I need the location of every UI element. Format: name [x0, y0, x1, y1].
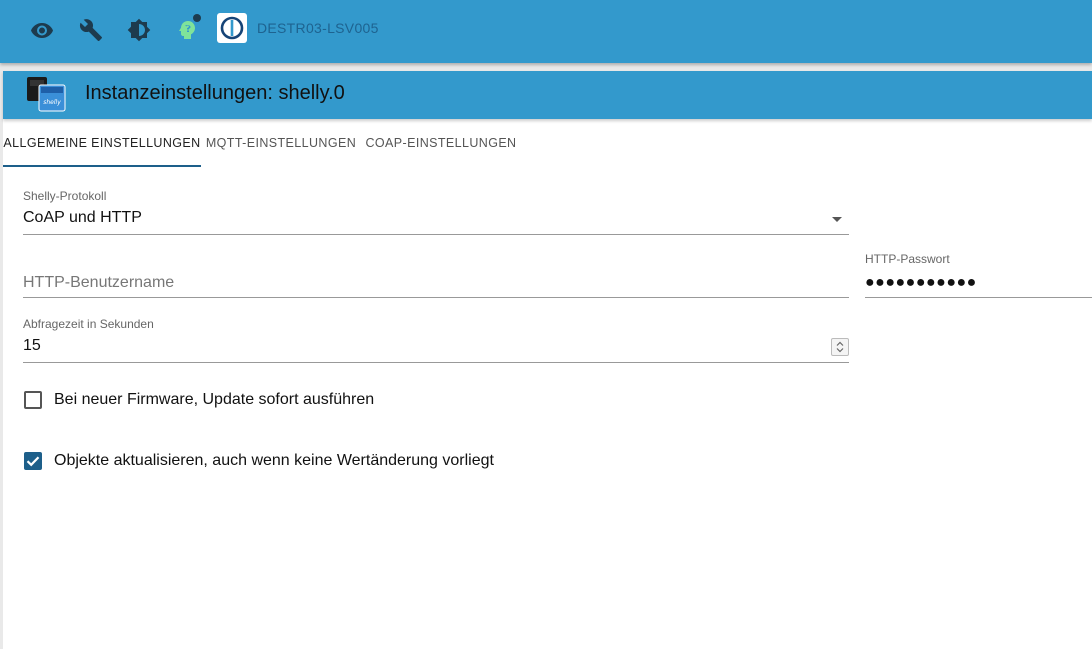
page-title: Instanzeinstellungen: shelly.0 [85, 82, 345, 104]
iobroker-logo[interactable] [217, 13, 247, 43]
shelly-adapter-icon: shelly [25, 75, 69, 115]
notification-dot [193, 14, 201, 22]
username-input[interactable]: HTTP-Benutzername [23, 274, 174, 292]
protocol-label: Shelly-Protokoll [23, 189, 107, 203]
number-stepper[interactable] [831, 338, 849, 356]
active-tab-indicator [3, 165, 201, 167]
protocol-select[interactable]: CoAP und HTTP [23, 209, 142, 227]
settings-tabs: ALLGEMEINE EINSTELLUNGEN MQTT-EINSTELLUN… [3, 119, 1092, 167]
password-underline [865, 297, 1092, 298]
card-header: shelly Instanzeinstellungen: shelly.0 [3, 71, 1092, 119]
tab-general-settings[interactable]: ALLGEMEINE EINSTELLUNGEN [3, 119, 201, 167]
expert-mode-icon[interactable] [171, 14, 203, 46]
protocol-underline [23, 234, 849, 235]
checkmark-icon [26, 456, 40, 467]
brightness-icon[interactable] [123, 14, 155, 46]
chevron-down-icon[interactable] [832, 217, 842, 222]
tab-coap-settings[interactable]: COAP-EINSTELLUNGEN [361, 119, 521, 167]
shelly-logo-text: shelly [43, 99, 61, 106]
poll-interval-input[interactable]: 15 [23, 337, 41, 355]
firmware-update-checkbox[interactable] [24, 391, 42, 409]
host-name: DESTR03-LSV005 [257, 20, 379, 36]
wrench-icon[interactable] [75, 14, 107, 46]
update-objects-checkbox[interactable] [24, 452, 42, 470]
username-underline [23, 297, 849, 298]
update-objects-label: Objekte aktualisieren, auch wenn keine W… [54, 452, 494, 469]
poll-interval-label: Abfragezeit in Sekunden [23, 317, 154, 331]
poll-interval-underline [23, 362, 849, 363]
password-label: HTTP-Passwort [865, 252, 950, 266]
top-app-bar: DESTR03-LSV005 [0, 0, 1092, 63]
eye-icon[interactable] [26, 14, 58, 46]
tab-mqtt-settings[interactable]: MQTT-EINSTELLUNGEN [201, 119, 361, 167]
password-input[interactable]: ●●●●●●●●●●● [865, 274, 977, 292]
instance-settings-card: shelly Instanzeinstellungen: shelly.0 AL… [3, 71, 1092, 649]
firmware-update-label: Bei neuer Firmware, Update sofort ausfüh… [54, 391, 375, 408]
